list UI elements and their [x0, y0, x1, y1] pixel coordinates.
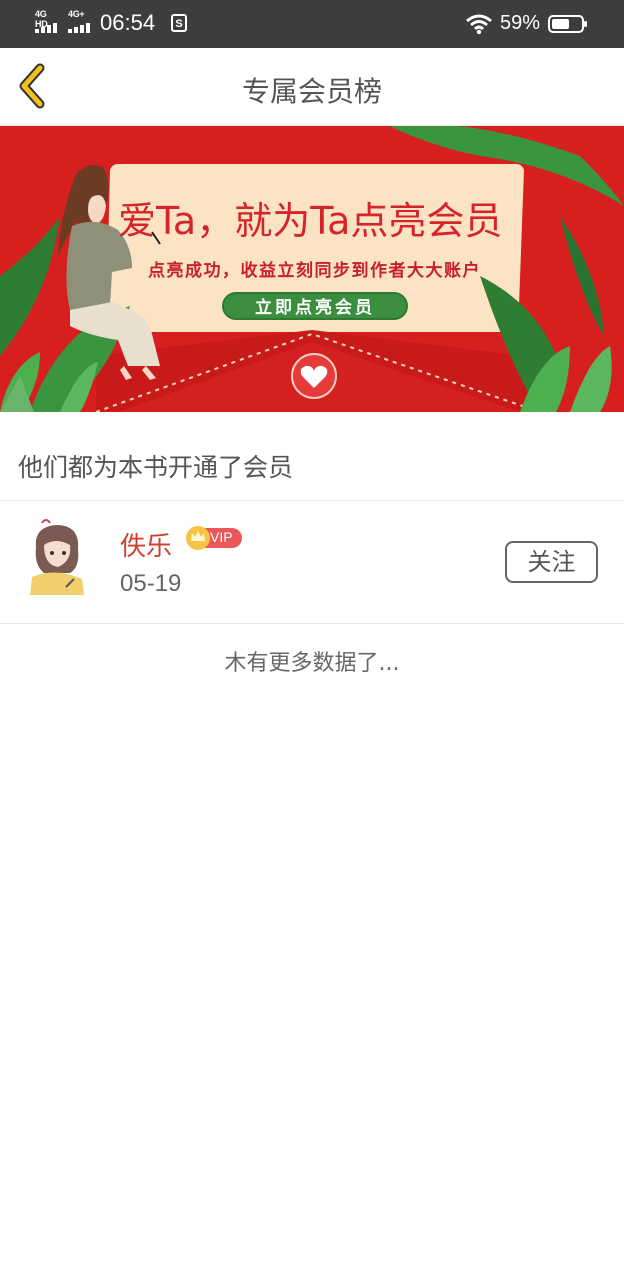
divider — [0, 623, 624, 624]
vip-badge-label: VIP — [210, 529, 233, 545]
wifi-icon — [466, 14, 492, 35]
status-bar: 4G HD 4G+ 06:54 S 59% — [0, 0, 624, 48]
clock: 06:54 — [100, 10, 156, 35]
member-date: 05-19 — [120, 570, 182, 597]
page-title: 专属会员榜 — [241, 75, 382, 108]
battery-icon — [548, 15, 587, 33]
signal-label-2: 4G+ — [68, 9, 85, 19]
battery-percent: 59% — [500, 12, 541, 34]
member-name: 佚乐 — [120, 532, 173, 562]
avatar[interactable] — [22, 517, 92, 597]
follow-button[interactable]: 关注 — [505, 541, 598, 583]
svg-text:S: S — [175, 18, 182, 30]
no-more-data-text: 木有更多数据了... — [224, 651, 400, 676]
screenshot-icon: S — [171, 14, 187, 32]
light-up-vip-button[interactable]: 立即点亮会员 — [222, 292, 408, 320]
banner-headline: 爱Ta，就为Ta点亮会员 — [118, 199, 503, 243]
banner-subtitle: 点亮成功，收益立刻同步到作者大大账户 — [148, 261, 481, 281]
top-nav-bar: 专属会员榜 — [0, 48, 624, 126]
section-title: 他们都为本书开通了会员 — [18, 453, 294, 482]
promo-banner[interactable]: 爱Ta，就为Ta点亮会员 点亮成功，收益立刻同步到作者大大账户 立即点亮会员 — [0, 126, 624, 412]
